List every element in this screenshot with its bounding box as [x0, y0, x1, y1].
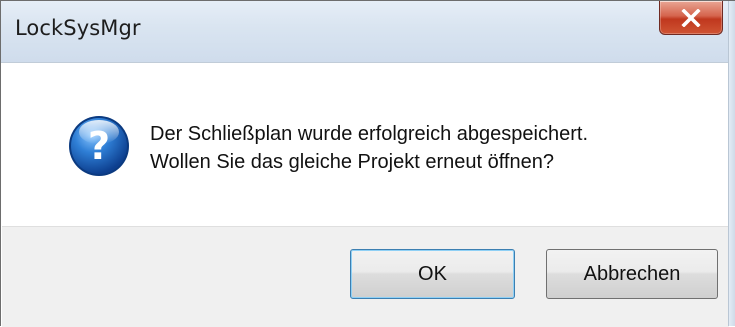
dialog-message: Der Schließplan wurde erfolgreich abgesp… [150, 120, 588, 176]
dialog-window: LockSysMgr ? Der Schließplan wurde erfol… [0, 0, 735, 327]
window-title: LockSysMgr [15, 16, 141, 40]
message-line-1: Der Schließplan wurde erfolgreich abgesp… [150, 123, 589, 145]
cancel-button[interactable]: Abbrechen [546, 249, 718, 299]
question-mark: ? [88, 124, 110, 168]
ok-button[interactable]: OK [350, 249, 515, 299]
close-button[interactable] [659, 1, 723, 35]
message-line-2: Wollen Sie das gleiche Projekt erneut öf… [150, 151, 554, 173]
title-bar[interactable]: LockSysMgr [1, 1, 735, 63]
close-x-icon [681, 8, 701, 27]
question-icon: ? [69, 116, 129, 176]
